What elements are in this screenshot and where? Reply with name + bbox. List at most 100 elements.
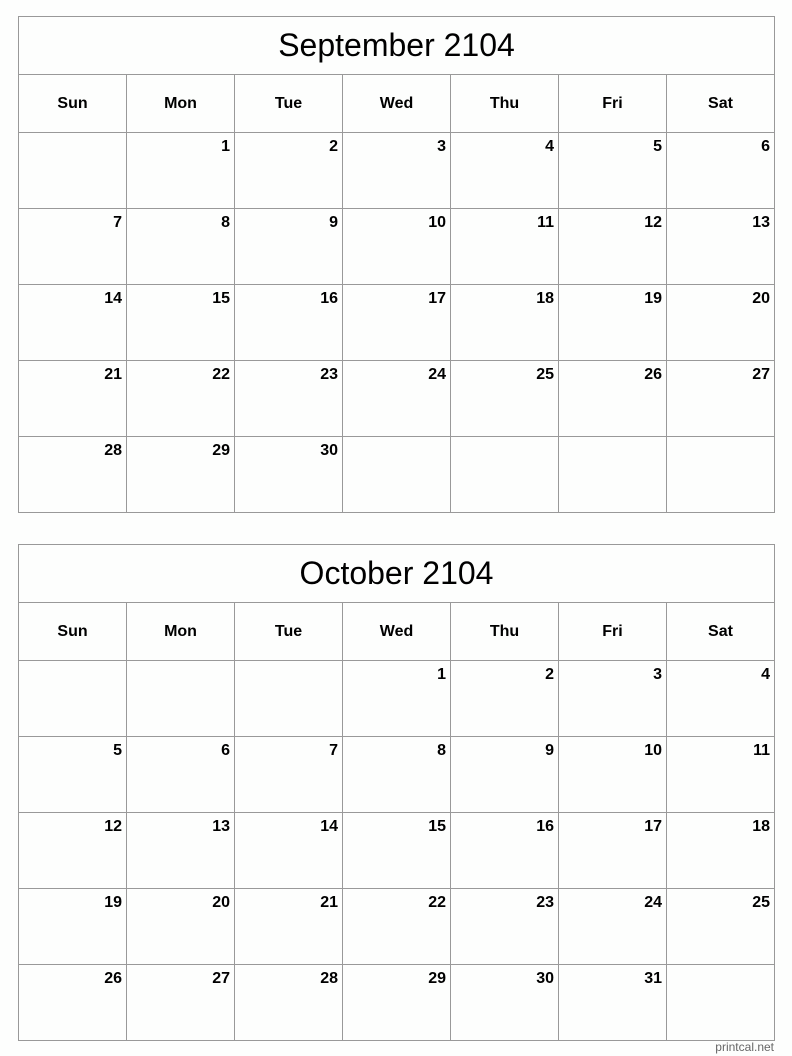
day-cell: 28 (18, 436, 127, 513)
day-number: 10 (428, 214, 446, 231)
day-cell: 7 (18, 208, 127, 285)
day-cell: 12 (558, 208, 667, 285)
weekday-label: Tue (234, 74, 343, 133)
day-number: 30 (536, 970, 554, 987)
day-number (127, 661, 234, 666)
day-number: 4 (545, 138, 554, 155)
weekday-label: Sun (18, 602, 127, 661)
day-cell: 14 (18, 284, 127, 361)
month-title: October 2104 (18, 544, 775, 603)
day-number: 16 (320, 290, 338, 307)
day-number: 4 (761, 666, 770, 683)
day-number: 17 (644, 818, 662, 835)
day-number: 9 (329, 214, 338, 231)
day-number: 11 (753, 742, 770, 759)
day-cell: 18 (450, 284, 559, 361)
week-row: 7 8 9 10 11 12 13 (18, 208, 775, 285)
day-number: 1 (221, 138, 230, 155)
day-cell: 4 (666, 660, 775, 737)
day-number: 22 (212, 366, 230, 383)
day-cell: 5 (18, 736, 127, 813)
empty-day-cell (558, 436, 667, 513)
day-number (19, 133, 126, 138)
day-cell: 8 (126, 208, 235, 285)
week-row: 12 13 14 15 16 17 18 (18, 812, 775, 889)
weekday-label: Wed (342, 74, 451, 133)
day-cell: 9 (234, 208, 343, 285)
day-number: 31 (644, 970, 662, 987)
day-number: 6 (761, 138, 770, 155)
day-cell: 9 (450, 736, 559, 813)
weekday-label: Sat (666, 602, 775, 661)
day-cell: 3 (558, 660, 667, 737)
day-cell: 19 (558, 284, 667, 361)
empty-day-cell (18, 132, 127, 209)
day-number: 26 (644, 366, 662, 383)
day-number: 24 (428, 366, 446, 383)
empty-day-cell (450, 436, 559, 513)
empty-day-cell (342, 436, 451, 513)
day-cell: 1 (126, 132, 235, 209)
day-cell: 2 (450, 660, 559, 737)
day-cell: 21 (234, 888, 343, 965)
day-cell: 27 (666, 360, 775, 437)
weekday-label: Wed (342, 602, 451, 661)
day-number: 17 (428, 290, 446, 307)
day-number: 29 (428, 970, 446, 987)
weekday-label: Sat (666, 74, 775, 133)
day-number: 2 (329, 138, 338, 155)
week-row: 1 2 3 4 5 6 (18, 132, 775, 209)
empty-day-cell (126, 660, 235, 737)
day-number (559, 437, 666, 442)
weekday-label: Mon (126, 74, 235, 133)
weekday-label: Tue (234, 602, 343, 661)
week-row: 26 27 28 29 30 31 (18, 964, 775, 1041)
day-cell: 17 (342, 284, 451, 361)
day-number: 16 (536, 818, 554, 835)
day-number: 18 (536, 290, 554, 307)
day-cell: 18 (666, 812, 775, 889)
day-number: 15 (428, 818, 446, 835)
day-cell: 23 (234, 360, 343, 437)
empty-day-cell (666, 436, 775, 513)
day-cell: 10 (342, 208, 451, 285)
day-cell: 16 (234, 284, 343, 361)
day-number: 21 (320, 894, 338, 911)
day-number: 28 (104, 442, 122, 459)
week-row: 5 6 7 8 9 10 11 (18, 736, 775, 813)
day-cell: 20 (666, 284, 775, 361)
week-row: 21 22 23 24 25 26 27 (18, 360, 775, 437)
day-number: 26 (104, 970, 122, 987)
calendar-september: September 2104 Sun Mon Tue Wed Thu Fri S… (18, 16, 775, 513)
day-number: 13 (212, 818, 230, 835)
day-number: 12 (644, 214, 662, 231)
day-cell: 27 (126, 964, 235, 1041)
day-number: 3 (437, 138, 446, 155)
day-cell: 4 (450, 132, 559, 209)
day-number: 12 (104, 818, 122, 835)
day-cell: 31 (558, 964, 667, 1041)
day-number: 20 (752, 290, 770, 307)
day-cell: 11 (450, 208, 559, 285)
day-cell: 19 (18, 888, 127, 965)
day-cell: 25 (666, 888, 775, 965)
day-number: 3 (653, 666, 662, 683)
day-number: 8 (437, 742, 446, 759)
day-cell: 24 (342, 360, 451, 437)
day-number (667, 437, 774, 442)
day-cell: 2 (234, 132, 343, 209)
weekday-label: Thu (450, 74, 559, 133)
day-cell: 15 (342, 812, 451, 889)
day-number: 27 (212, 970, 230, 987)
day-number (235, 661, 342, 666)
day-cell: 13 (126, 812, 235, 889)
day-number: 13 (752, 214, 770, 231)
week-row: 19 20 21 22 23 24 25 (18, 888, 775, 965)
day-cell: 13 (666, 208, 775, 285)
day-cell: 23 (450, 888, 559, 965)
day-number: 25 (536, 366, 554, 383)
day-number: 7 (113, 214, 122, 231)
day-number: 6 (221, 742, 230, 759)
day-cell: 29 (126, 436, 235, 513)
day-number: 1 (437, 666, 446, 683)
